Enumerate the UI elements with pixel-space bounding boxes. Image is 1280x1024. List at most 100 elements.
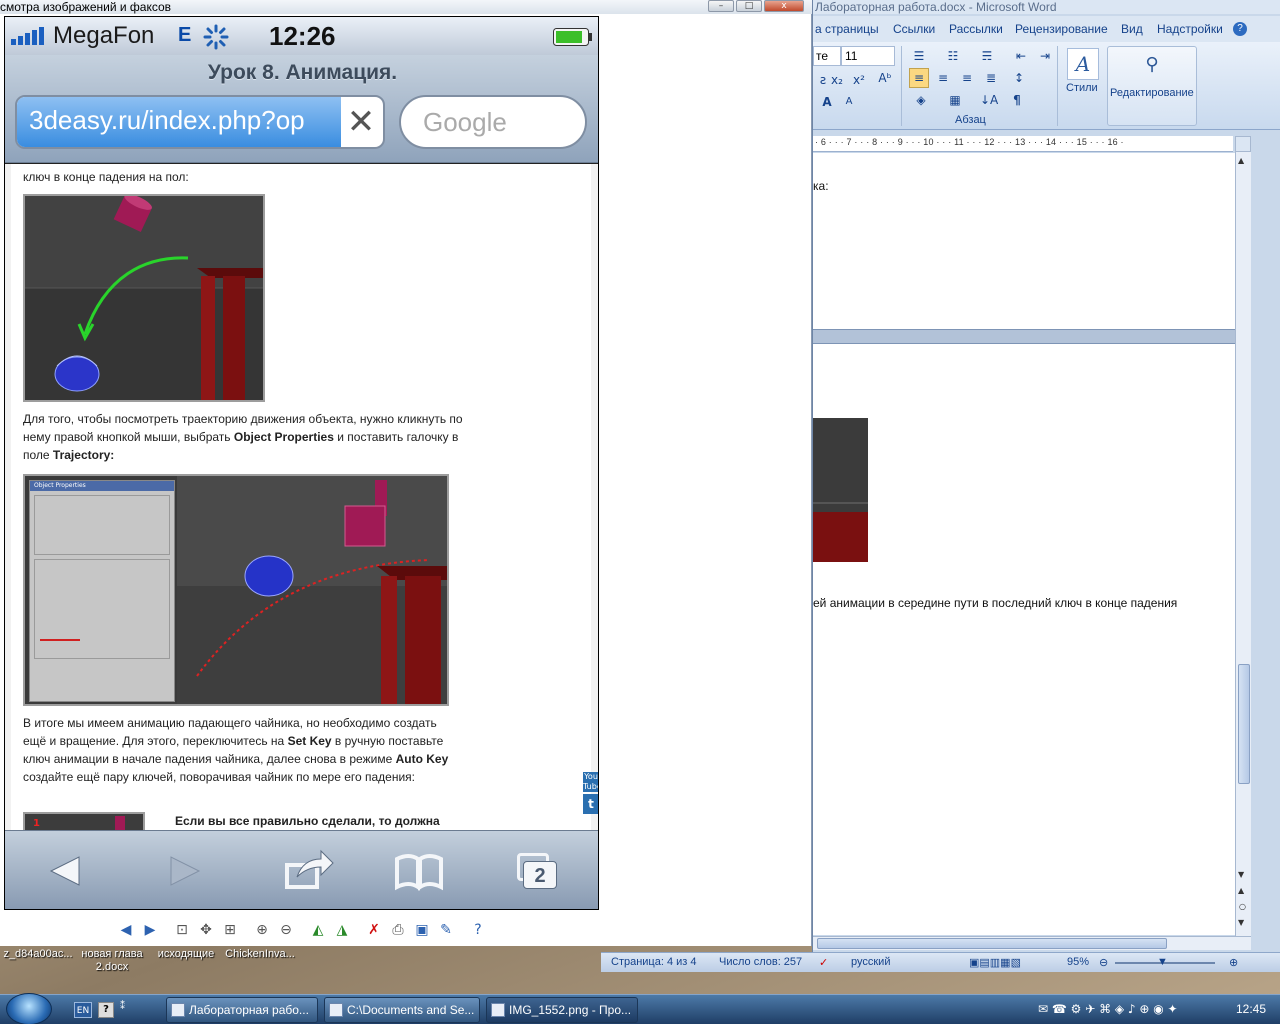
task-word[interactable]: Лабораторная рабо...: [166, 997, 318, 1023]
scroll-up-icon[interactable]: ▲: [1238, 156, 1244, 165]
article-paragraph: В итоге мы имеем анимацию падающего чайн…: [23, 716, 449, 784]
ruler-toggle-icon[interactable]: [1235, 136, 1251, 152]
styles-icon[interactable]: A: [1067, 48, 1099, 80]
forward-icon[interactable]: [155, 843, 215, 899]
ribbon: те 11 ƨ x₂ x² Aᵇ A A ☰ ☷ ☴ ⇤ ⇥ ≡ ≡ ≡ ≣ ↕…: [813, 42, 1280, 130]
status-page[interactable]: Страница: 4 из 4: [611, 956, 697, 968]
desktop-icon-docx[interactable]: новая глава 2.docx: [74, 948, 150, 974]
help-tray-icon[interactable]: ?: [98, 1002, 114, 1018]
shading-button[interactable]: ◈: [911, 90, 931, 110]
url-text[interactable]: 3deasy.ru/index.php?op: [29, 105, 339, 136]
tab-mailings[interactable]: Рассылки: [949, 22, 1003, 36]
tab-references[interactable]: Ссылки: [893, 22, 935, 36]
web-content[interactable]: ключ в конце падения на пол: Для того, ч…: [5, 164, 598, 830]
actual-size-icon[interactable]: ✥: [196, 920, 216, 940]
help-icon[interactable]: ?: [468, 920, 488, 940]
task-image-viewer[interactable]: IMG_1552.png - Про...: [486, 997, 638, 1023]
maximize-button[interactable]: □: [736, 0, 762, 12]
rotate-counterclockwise-icon[interactable]: ◮: [332, 920, 352, 940]
font-size-box[interactable]: 11: [841, 46, 895, 66]
document-area[interactable]: ка: ей анимации в середине пути в послед…: [813, 153, 1235, 935]
best-fit-icon[interactable]: ⊡: [172, 920, 192, 940]
sort-button[interactable]: ↓A: [979, 90, 999, 110]
show-marks-button[interactable]: ¶: [1007, 90, 1027, 110]
twitter-icon[interactable]: t: [583, 794, 598, 814]
styles-label[interactable]: Стили: [1066, 82, 1098, 94]
borders-button[interactable]: ▦: [945, 90, 965, 110]
bookmarks-icon[interactable]: [389, 843, 449, 899]
address-field[interactable]: 3deasy.ru/index.php?op ✕: [15, 95, 385, 149]
task-explorer[interactable]: C:\Documents and Se...: [324, 997, 480, 1023]
print-icon[interactable]: ⎙: [388, 920, 408, 940]
shrink-font-button[interactable]: A: [839, 92, 859, 112]
desktop-icon-file[interactable]: z_d84a00ac...: [0, 948, 76, 961]
editing-group[interactable]: ⚲ Редактирование: [1107, 46, 1197, 126]
minimize-button[interactable]: –: [708, 0, 734, 12]
increase-indent-button[interactable]: ⇥: [1035, 46, 1055, 66]
tab-view[interactable]: Вид: [1121, 22, 1143, 36]
help-icon[interactable]: ?: [1233, 22, 1247, 36]
clear-url-icon[interactable]: ✕: [343, 103, 379, 141]
start-button[interactable]: [6, 993, 52, 1024]
status-word-count[interactable]: Число слов: 257: [719, 956, 802, 968]
language-indicator[interactable]: EN: [74, 1002, 92, 1018]
align-left-button[interactable]: ≡: [909, 68, 929, 88]
font-name-box[interactable]: те: [813, 46, 841, 66]
delete-icon[interactable]: ✗: [364, 920, 384, 940]
slideshow-icon[interactable]: ⊞: [220, 920, 240, 940]
horizontal-scrollbar[interactable]: [813, 936, 1251, 950]
zoom-slider-thumb[interactable]: ▼: [1157, 956, 1168, 968]
rotate-clockwise-icon[interactable]: ◭: [308, 920, 328, 940]
zoom-out-icon[interactable]: ⊖: [1099, 956, 1108, 969]
decrease-indent-button[interactable]: ⇤: [1011, 46, 1031, 66]
tab-review[interactable]: Рецензирование: [1015, 22, 1108, 36]
document-page[interactable]: ка:: [813, 153, 1235, 330]
multilevel-list-button[interactable]: ☴: [977, 46, 997, 66]
next-image-icon[interactable]: ▶: [140, 920, 160, 940]
bullets-button[interactable]: ☰: [909, 46, 929, 66]
justify-button[interactable]: ≣: [981, 68, 1001, 88]
ribbon-tabs: а страницы Ссылки Рассылки Рецензировани…: [813, 16, 1280, 42]
status-language[interactable]: русский: [851, 956, 890, 968]
hscroll-thumb[interactable]: [817, 938, 1167, 949]
zoom-in-icon[interactable]: ⊕: [1229, 956, 1238, 969]
tab-addins[interactable]: Надстройки: [1157, 22, 1223, 36]
browse-object-icon[interactable]: ○: [1239, 902, 1246, 911]
align-center-button[interactable]: ≡: [933, 68, 953, 88]
clear-formatting-button[interactable]: Aᵇ: [875, 68, 895, 88]
close-button[interactable]: x: [764, 0, 804, 12]
tab-page-layout[interactable]: а страницы: [815, 22, 879, 36]
tray-clock[interactable]: 12:45: [1236, 1002, 1266, 1016]
proofing-icon[interactable]: ✓: [819, 956, 828, 969]
view-buttons-icon[interactable]: ▣▤▥▦▧: [969, 956, 1021, 969]
grow-font-button[interactable]: A: [817, 92, 837, 112]
next-page-icon[interactable]: ▼: [1238, 918, 1244, 927]
save-icon[interactable]: ▣: [412, 920, 432, 940]
superscript-button[interactable]: x²: [849, 70, 869, 90]
tabs-button[interactable]: 2: [509, 843, 569, 899]
back-icon[interactable]: [35, 843, 95, 899]
zoom-level[interactable]: 95%: [1067, 956, 1089, 968]
previous-image-icon[interactable]: ◀: [116, 920, 136, 940]
vertical-scrollbar[interactable]: ▲ ▼ ▲ ○ ▼: [1235, 152, 1251, 936]
subscript-button[interactable]: x₂: [827, 70, 847, 90]
numbering-button[interactable]: ☷: [943, 46, 963, 66]
share-icon[interactable]: [277, 843, 337, 899]
align-right-button[interactable]: ≡: [957, 68, 977, 88]
document-page[interactable]: ей анимации в середине пути в последний …: [813, 343, 1235, 935]
youtube-icon[interactable]: YouTube: [583, 772, 598, 792]
scroll-down-icon[interactable]: ▼: [1238, 870, 1244, 879]
prev-page-icon[interactable]: ▲: [1238, 886, 1244, 895]
desktop-icon-outgoing[interactable]: исходящие: [148, 948, 224, 961]
tray-icons[interactable]: ✉ ☎ ⚙ ✈ ⌘ ◈ ♪ ⊕ ◉ ✦: [1038, 1002, 1178, 1016]
edit-image-icon[interactable]: ✎: [436, 920, 456, 940]
zoom-out-icon[interactable]: ⊖: [276, 920, 296, 940]
scrollbar-thumb[interactable]: [1238, 664, 1250, 784]
zoom-in-icon[interactable]: ⊕: [252, 920, 272, 940]
quick-launch-icon[interactable]: ⁑: [120, 1001, 132, 1019]
line-spacing-button[interactable]: ↕: [1009, 68, 1029, 88]
horizontal-ruler[interactable]: · 6 · · · 7 · · · 8 · · · 9 · · · 10 · ·…: [813, 136, 1233, 152]
document-image[interactable]: [813, 418, 868, 562]
search-input[interactable]: Google: [399, 95, 587, 149]
desktop-icon-game[interactable]: ChickenInva...: [222, 948, 298, 961]
